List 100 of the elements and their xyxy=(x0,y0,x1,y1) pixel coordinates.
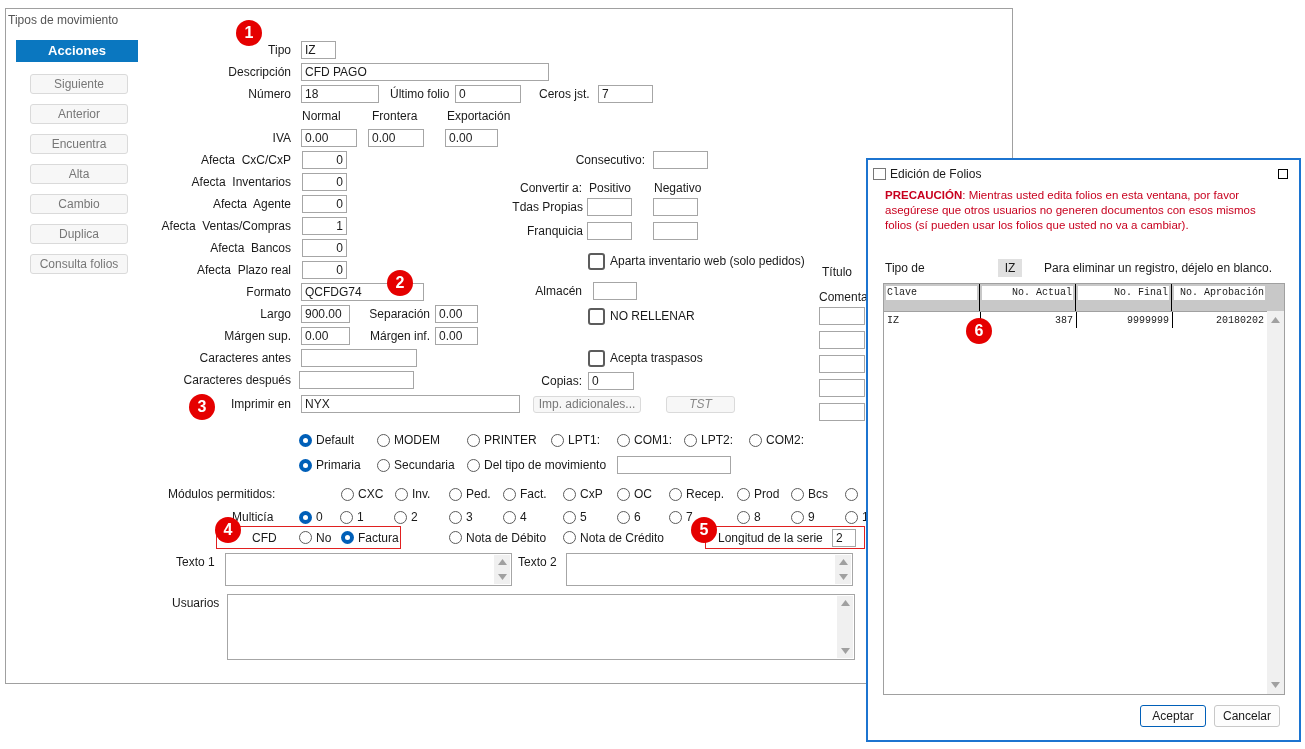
scroll-up-icon[interactable] xyxy=(497,559,507,565)
text-field[interactable] xyxy=(617,456,731,474)
text-field[interactable] xyxy=(819,403,865,421)
radio-button[interactable]: PRINTER xyxy=(467,431,537,449)
scroll-down-icon[interactable] xyxy=(838,574,848,580)
radio-button[interactable]: No xyxy=(299,528,332,547)
text-field[interactable]: 1 xyxy=(302,217,347,235)
radio-button[interactable]: Primaria xyxy=(299,456,361,474)
scrollbar[interactable] xyxy=(835,555,851,584)
radio-button[interactable]: 3 xyxy=(449,508,473,526)
radio-button[interactable]: 4 xyxy=(503,508,527,526)
scrollbar[interactable] xyxy=(494,555,510,584)
text-field[interactable]: CFD PAGO xyxy=(301,63,549,81)
field-label: Formato xyxy=(246,285,291,299)
radio-button[interactable]: OC xyxy=(617,485,652,503)
text-field[interactable] xyxy=(299,371,414,389)
type-value: IZ xyxy=(998,259,1022,277)
text-field[interactable]: NYX xyxy=(301,395,520,413)
field-label: Texto 1 xyxy=(176,555,215,569)
text-field[interactable]: 2 xyxy=(832,528,856,547)
radio-button[interactable]: CXC xyxy=(341,485,384,503)
text-field[interactable]: 0.00 xyxy=(435,327,478,345)
scroll-down-icon[interactable] xyxy=(840,648,850,654)
scroll-down-icon[interactable] xyxy=(497,574,507,580)
scroll-down-icon[interactable] xyxy=(1271,682,1280,688)
text-field[interactable] xyxy=(653,198,698,216)
text-field[interactable]: 900.00 xyxy=(301,305,350,323)
text-area[interactable] xyxy=(225,553,512,586)
text-field[interactable] xyxy=(819,307,865,325)
text-field[interactable] xyxy=(819,355,865,373)
text-field[interactable]: 0 xyxy=(302,173,347,191)
radio-button[interactable]: Del tipo de movimiento xyxy=(467,456,607,474)
dialog-button[interactable]: Cancelar xyxy=(1214,705,1280,727)
radio-button[interactable]: Ped. xyxy=(449,485,491,503)
scroll-up-icon[interactable] xyxy=(1271,317,1280,323)
text-field[interactable]: IZ xyxy=(301,41,336,59)
text-field[interactable] xyxy=(819,331,865,349)
radio-button[interactable]: Default xyxy=(299,431,355,449)
text-field[interactable] xyxy=(587,198,632,216)
text-field[interactable]: 0 xyxy=(302,261,347,279)
text-area[interactable] xyxy=(566,553,853,586)
scroll-up-icon[interactable] xyxy=(840,600,850,606)
dialog-button[interactable]: Aceptar xyxy=(1140,705,1206,727)
text-field[interactable]: 0.00 xyxy=(445,129,498,147)
radio-button[interactable] xyxy=(845,487,858,501)
radio-button[interactable]: Nota de Débito xyxy=(449,528,547,547)
radio-button[interactable]: Nota de Crédito xyxy=(563,528,665,547)
text-field[interactable]: 0.00 xyxy=(301,327,350,345)
radio-button[interactable]: 7 xyxy=(669,508,693,526)
checkbox[interactable]: Aparta inventario web (solo pedidos) xyxy=(588,252,805,270)
radio-button[interactable]: MODEM xyxy=(377,431,440,449)
text-field[interactable]: 7 xyxy=(598,85,653,103)
scrollbar[interactable] xyxy=(1267,311,1284,694)
radio-button[interactable]: 8 xyxy=(737,508,761,526)
radio-button[interactable]: LPT2: xyxy=(684,431,733,449)
text-field[interactable]: 0 xyxy=(455,85,521,103)
radio-button[interactable]: 5 xyxy=(563,508,587,526)
text-field[interactable]: 0 xyxy=(302,239,347,257)
text-field[interactable]: 0 xyxy=(588,372,634,390)
table-cell[interactable]: IZ xyxy=(887,312,899,328)
radio-button[interactable]: LPT1: xyxy=(551,431,600,449)
checkbox[interactable]: NO RELLENAR xyxy=(588,307,695,325)
text-field[interactable] xyxy=(653,222,698,240)
radio-button[interactable]: Prod xyxy=(737,485,780,503)
text-field[interactable]: 0 xyxy=(302,151,347,169)
text-field[interactable]: 0 xyxy=(302,195,347,213)
text-field[interactable] xyxy=(587,222,632,240)
table-cell[interactable]: 20180202 xyxy=(1216,312,1264,328)
text-field[interactable] xyxy=(819,379,865,397)
radio-button[interactable]: Recep. xyxy=(669,485,725,503)
radio-button[interactable]: Inv. xyxy=(395,485,431,503)
radio-button[interactable]: Fact. xyxy=(503,485,547,503)
radio-button[interactable]: 9 xyxy=(791,508,815,526)
text-field[interactable]: 0.00 xyxy=(368,129,424,147)
text-field[interactable]: 18 xyxy=(301,85,379,103)
radio-button[interactable]: 2 xyxy=(394,508,418,526)
radio-button[interactable]: COM2: xyxy=(749,431,804,449)
radio-button[interactable]: 6 xyxy=(617,508,641,526)
text-field[interactable] xyxy=(301,349,417,367)
radio-button[interactable]: Secundaria xyxy=(377,456,455,474)
maximize-icon[interactable] xyxy=(1278,169,1288,179)
field-label: Consecutivo: xyxy=(575,153,645,167)
text-field[interactable]: 0.00 xyxy=(435,305,478,323)
radio-button[interactable]: 1 xyxy=(340,508,364,526)
radio-button[interactable]: COM1: xyxy=(617,431,672,449)
field-label: Módulos permitidos: xyxy=(168,487,276,501)
radio-button[interactable]: Factura xyxy=(341,528,399,547)
text-field[interactable]: 0.00 xyxy=(301,129,357,147)
radio-button[interactable]: CxP xyxy=(563,485,603,503)
warning-text: PRECAUCIÓN: Mientras usted edita folios en esta ventana, por favor asegúrese que otros usuarios no generen documentos con esos mismos folios (sí pueden usar los folios que usted no va a cambiar). xyxy=(884,188,1257,233)
checkbox[interactable]: Acepta traspasos xyxy=(588,349,703,367)
table-cell[interactable]: 387 xyxy=(1055,312,1073,328)
radio-button[interactable]: Bcs xyxy=(791,485,828,503)
text-field[interactable] xyxy=(593,282,637,300)
table-cell[interactable]: 9999999 xyxy=(1127,312,1169,328)
text-field[interactable] xyxy=(653,151,708,169)
scroll-up-icon[interactable] xyxy=(838,559,848,565)
radio-button[interactable]: 0 xyxy=(299,508,323,526)
text-area[interactable] xyxy=(227,594,855,660)
scrollbar[interactable] xyxy=(837,596,853,658)
